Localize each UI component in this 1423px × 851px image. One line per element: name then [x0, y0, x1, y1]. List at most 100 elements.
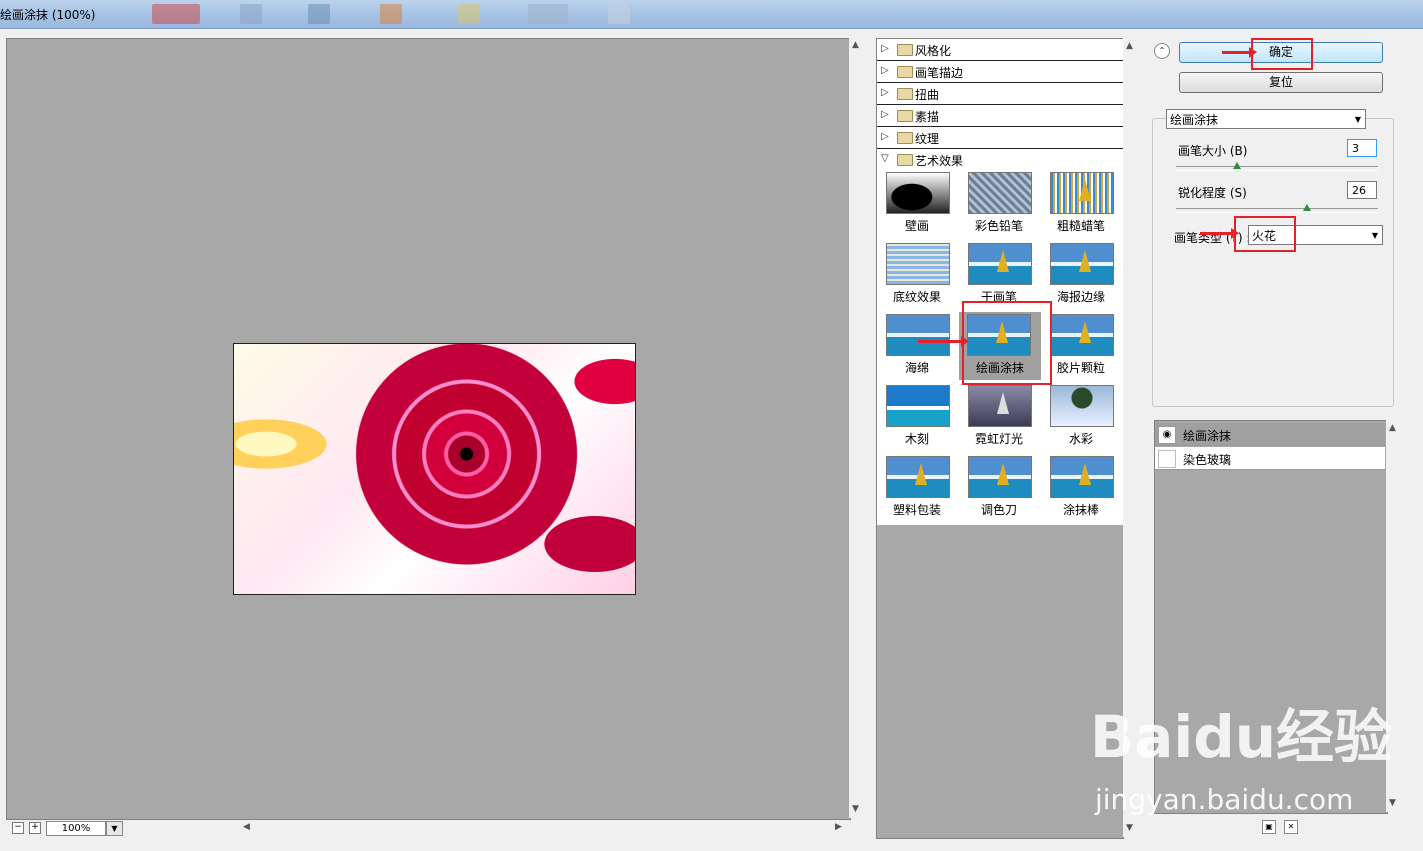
scroll-up-icon[interactable]: ▲	[1389, 423, 1396, 433]
thumbnail-image	[1050, 456, 1114, 498]
window-titlebar: 绘画涂抹 (100%)	[0, 0, 1423, 29]
filter-thumb-plastic-wrap[interactable]: 塑料包装	[884, 454, 950, 522]
slider-thumb[interactable]	[1303, 204, 1312, 211]
filter-thumb-neon-glow[interactable]: 霓虹灯光	[966, 383, 1032, 451]
layer-name: 染色玻璃	[1183, 453, 1232, 467]
thumbnail-label: 海报边缘	[1056, 290, 1105, 304]
zoom-level-field[interactable]: 100%	[46, 821, 106, 836]
arrow-annotation	[1222, 47, 1257, 58]
expand-triangle-icon[interactable]: ▷	[881, 43, 889, 54]
scroll-down-icon[interactable]: ▼	[1126, 823, 1133, 833]
sharpness-label: 锐化程度 (S)	[1178, 186, 1247, 200]
folder-icon	[897, 88, 913, 100]
thumbnail-label: 壁画	[904, 219, 929, 233]
thumbnail-label: 调色刀	[980, 503, 1017, 517]
taskbar-app-icon	[308, 4, 330, 24]
filter-thumb-poster-edges[interactable]: 海报边缘	[1048, 241, 1114, 309]
sharpness-input[interactable]: 26	[1347, 181, 1377, 199]
thumbnail-label: 木刻	[904, 432, 929, 446]
thumbnail-label: 水彩	[1068, 432, 1093, 446]
folder-icon	[897, 110, 913, 122]
effect-layer-row[interactable]: 染色玻璃	[1155, 447, 1385, 470]
scroll-down-icon[interactable]: ▼	[852, 804, 859, 814]
category-distort[interactable]: ▷ 扭曲	[877, 83, 1123, 105]
thumbnail-image	[968, 385, 1032, 427]
thumbnail-label: 彩色铅笔	[974, 219, 1023, 233]
expand-triangle-icon[interactable]: ▷	[881, 131, 889, 142]
filter-thumb-film-grain[interactable]: 胶片颗粒	[1048, 312, 1114, 380]
layer-name: 绘画涂抹	[1183, 429, 1232, 443]
collapse-triangle-icon[interactable]: ▽	[881, 153, 889, 164]
arrow-annotation	[918, 336, 969, 347]
effect-layer-row[interactable]: ◉ 绘画涂抹	[1155, 423, 1385, 446]
thumbnail-image	[968, 243, 1032, 285]
watermark-url: jingyan.baidu.com	[1095, 783, 1354, 816]
expand-triangle-icon[interactable]: ▷	[881, 109, 889, 120]
highlight-brush-type	[1234, 216, 1296, 252]
thumbnail-image	[968, 172, 1032, 214]
new-effect-layer-icon[interactable]: ▣	[1262, 820, 1276, 834]
sharpness-slider[interactable]	[1176, 204, 1378, 213]
expand-triangle-icon[interactable]: ▷	[881, 87, 889, 98]
thumbnail-label: 胶片颗粒	[1056, 361, 1105, 375]
zoom-dropdown-icon[interactable]: ▼	[106, 821, 123, 836]
filter-select[interactable]: 绘画涂抹 ▼	[1166, 109, 1366, 129]
chevron-down-icon: ▼	[1371, 231, 1378, 240]
highlight-thumbnail	[962, 301, 1052, 385]
visibility-toggle[interactable]	[1158, 450, 1176, 468]
brush-size-slider[interactable]	[1176, 162, 1378, 171]
thumbnail-label: 粗糙蜡笔	[1056, 219, 1105, 233]
category-sketch[interactable]: ▷ 素描	[877, 105, 1123, 127]
expand-triangle-icon[interactable]: ▷	[881, 65, 889, 76]
taskbar-app-icon	[528, 4, 568, 24]
folder-icon	[897, 44, 913, 56]
chevron-down-icon: ▼	[1354, 115, 1361, 124]
preview-image	[233, 343, 636, 595]
collapse-gallery-icon[interactable]: ⌃	[1154, 43, 1170, 59]
zoom-out-button[interactable]: −	[12, 822, 24, 834]
preview-canvas[interactable]	[6, 38, 851, 820]
category-label: 艺术效果	[915, 154, 964, 168]
filter-thumb-colored-pencil[interactable]: 彩色铅笔	[966, 170, 1032, 238]
zoom-in-button[interactable]: +	[29, 822, 41, 834]
scroll-up-icon[interactable]: ▲	[1126, 41, 1133, 51]
reset-button[interactable]: 复位	[1179, 72, 1383, 93]
category-label: 纹理	[915, 132, 940, 146]
trash-icon[interactable]: ✕	[1284, 820, 1298, 834]
thumbnail-image	[968, 456, 1032, 498]
filter-thumb-underpainting[interactable]: 底纹效果	[884, 241, 950, 309]
thumbnail-image	[886, 385, 950, 427]
filter-thumb-smudge-stick[interactable]: 涂抹棒	[1048, 454, 1114, 522]
folder-icon	[897, 132, 913, 144]
settings-group	[1152, 118, 1394, 407]
thumbnail-label: 霓虹灯光	[974, 432, 1023, 446]
thumbnail-label: 涂抹棒	[1062, 503, 1099, 517]
taskbar-app-icon	[380, 4, 402, 24]
filter-thumb-rough-pastels[interactable]: 粗糙蜡笔	[1048, 170, 1114, 238]
slider-thumb[interactable]	[1232, 162, 1241, 169]
preview-horizontal-scrollbar[interactable]: ◀ ▶	[240, 820, 849, 834]
category-texture[interactable]: ▷ 纹理	[877, 127, 1123, 149]
filter-list: ▷ 风格化 ▷ 画笔描边 ▷ 扭曲 ▷ 素描 ▷ 纹理 ▽ 艺术效果 壁画 彩色…	[877, 39, 1123, 525]
thumbnail-image	[886, 314, 950, 356]
eye-icon[interactable]: ◉	[1158, 426, 1176, 444]
open-folder-icon	[897, 154, 913, 166]
thumbnail-image	[886, 172, 950, 214]
scroll-up-icon[interactable]: ▲	[852, 40, 859, 50]
category-stylize[interactable]: ▷ 风格化	[877, 39, 1123, 61]
preview-vertical-scrollbar[interactable]: ▲ ▼	[849, 38, 863, 818]
taskbar-app-icon	[458, 4, 480, 24]
filter-thumb-watercolor[interactable]: 水彩	[1048, 383, 1114, 451]
filter-thumb-dry-brush[interactable]: 干画笔	[966, 241, 1032, 309]
scroll-down-icon[interactable]: ▼	[1389, 798, 1396, 808]
filter-thumb-sponge[interactable]: 海绵	[884, 312, 950, 380]
category-artistic[interactable]: ▽ 艺术效果	[877, 149, 1123, 170]
scroll-right-icon[interactable]: ▶	[835, 822, 842, 832]
filter-thumb-palette-knife[interactable]: 调色刀	[966, 454, 1032, 522]
filter-thumb-fresco[interactable]: 壁画	[884, 170, 950, 238]
category-brush-strokes[interactable]: ▷ 画笔描边	[877, 61, 1123, 83]
category-label: 扭曲	[915, 88, 940, 102]
scroll-left-icon[interactable]: ◀	[243, 822, 250, 832]
brush-size-input[interactable]: 3	[1347, 139, 1377, 157]
filter-thumb-cutout[interactable]: 木刻	[884, 383, 950, 451]
